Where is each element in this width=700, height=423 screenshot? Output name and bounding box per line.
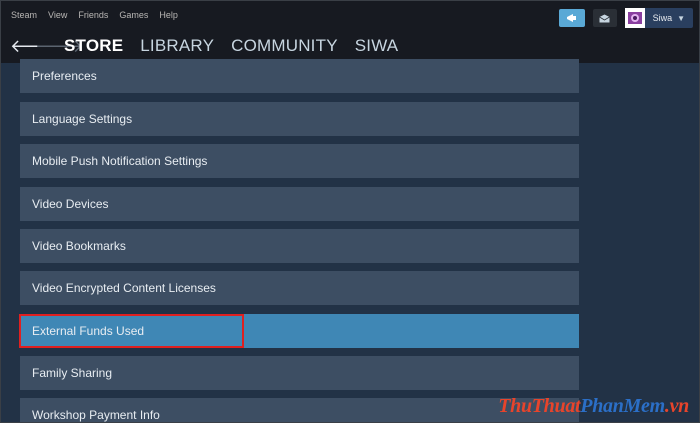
nav-links: STORE LIBRARY COMMUNITY SIWA [64,36,415,56]
highlight-annotation [19,314,244,348]
nav-community[interactable]: COMMUNITY [231,36,338,56]
megaphone-icon [566,14,576,22]
menu-games[interactable]: Games [119,10,148,20]
watermark-part3: .vn [664,395,689,417]
menu-steam[interactable]: Steam [11,10,37,20]
avatar [624,8,645,28]
steam-window: Steam View Friends Games Help Siwa ▼ 🡐 🡒… [0,0,700,423]
menu-view[interactable]: View [48,10,67,20]
settings-item-mobile-push[interactable]: Mobile Push Notification Settings [20,144,579,178]
settings-item-family-sharing[interactable]: Family Sharing [20,356,579,390]
watermark-part1: ThuThuat [498,395,581,417]
settings-item-label: Video Encrypted Content Licenses [32,281,216,295]
nav-profile[interactable]: SIWA [355,36,399,56]
account-cluster: Siwa ▼ [558,8,693,28]
avatar-image-icon [627,12,642,24]
broadcast-button[interactable] [558,9,585,27]
settings-item-label: Video Bookmarks [32,239,126,253]
username: Siwa [652,13,673,23]
settings-item-preferences[interactable]: Preferences [20,59,579,93]
menu-bar: Steam View Friends Games Help [11,10,189,20]
settings-item-label: Video Devices [32,197,109,211]
nav-store[interactable]: STORE [64,36,123,56]
user-menu[interactable]: Siwa ▼ [624,8,693,28]
menu-friends[interactable]: Friends [78,10,108,20]
settings-item-workshop-payment[interactable]: Workshop Payment Info [20,398,579,422]
settings-item-label: Workshop Payment Info [32,408,160,422]
notifications-button[interactable] [592,9,617,27]
title-bar: Steam View Friends Games Help Siwa ▼ [1,1,699,31]
chevron-down-icon: ▼ [677,13,685,23]
settings-item-label: Preferences [32,69,97,83]
menu-help[interactable]: Help [159,10,178,20]
settings-item-label: Family Sharing [32,366,113,380]
settings-item-video-bookmarks[interactable]: Video Bookmarks [20,229,579,263]
settings-item-label: Language Settings [32,112,133,126]
watermark: ThuThuatPhanMem.vn [498,395,689,418]
settings-item-language[interactable]: Language Settings [20,102,579,136]
watermark-part2: PhanMem [580,395,665,417]
settings-item-label: Mobile Push Notification Settings [32,154,208,168]
settings-item-video-devices[interactable]: Video Devices [20,187,579,221]
envelope-icon [599,14,610,22]
settings-item-video-licenses[interactable]: Video Encrypted Content Licenses [20,271,579,305]
nav-library[interactable]: LIBRARY [140,36,214,56]
